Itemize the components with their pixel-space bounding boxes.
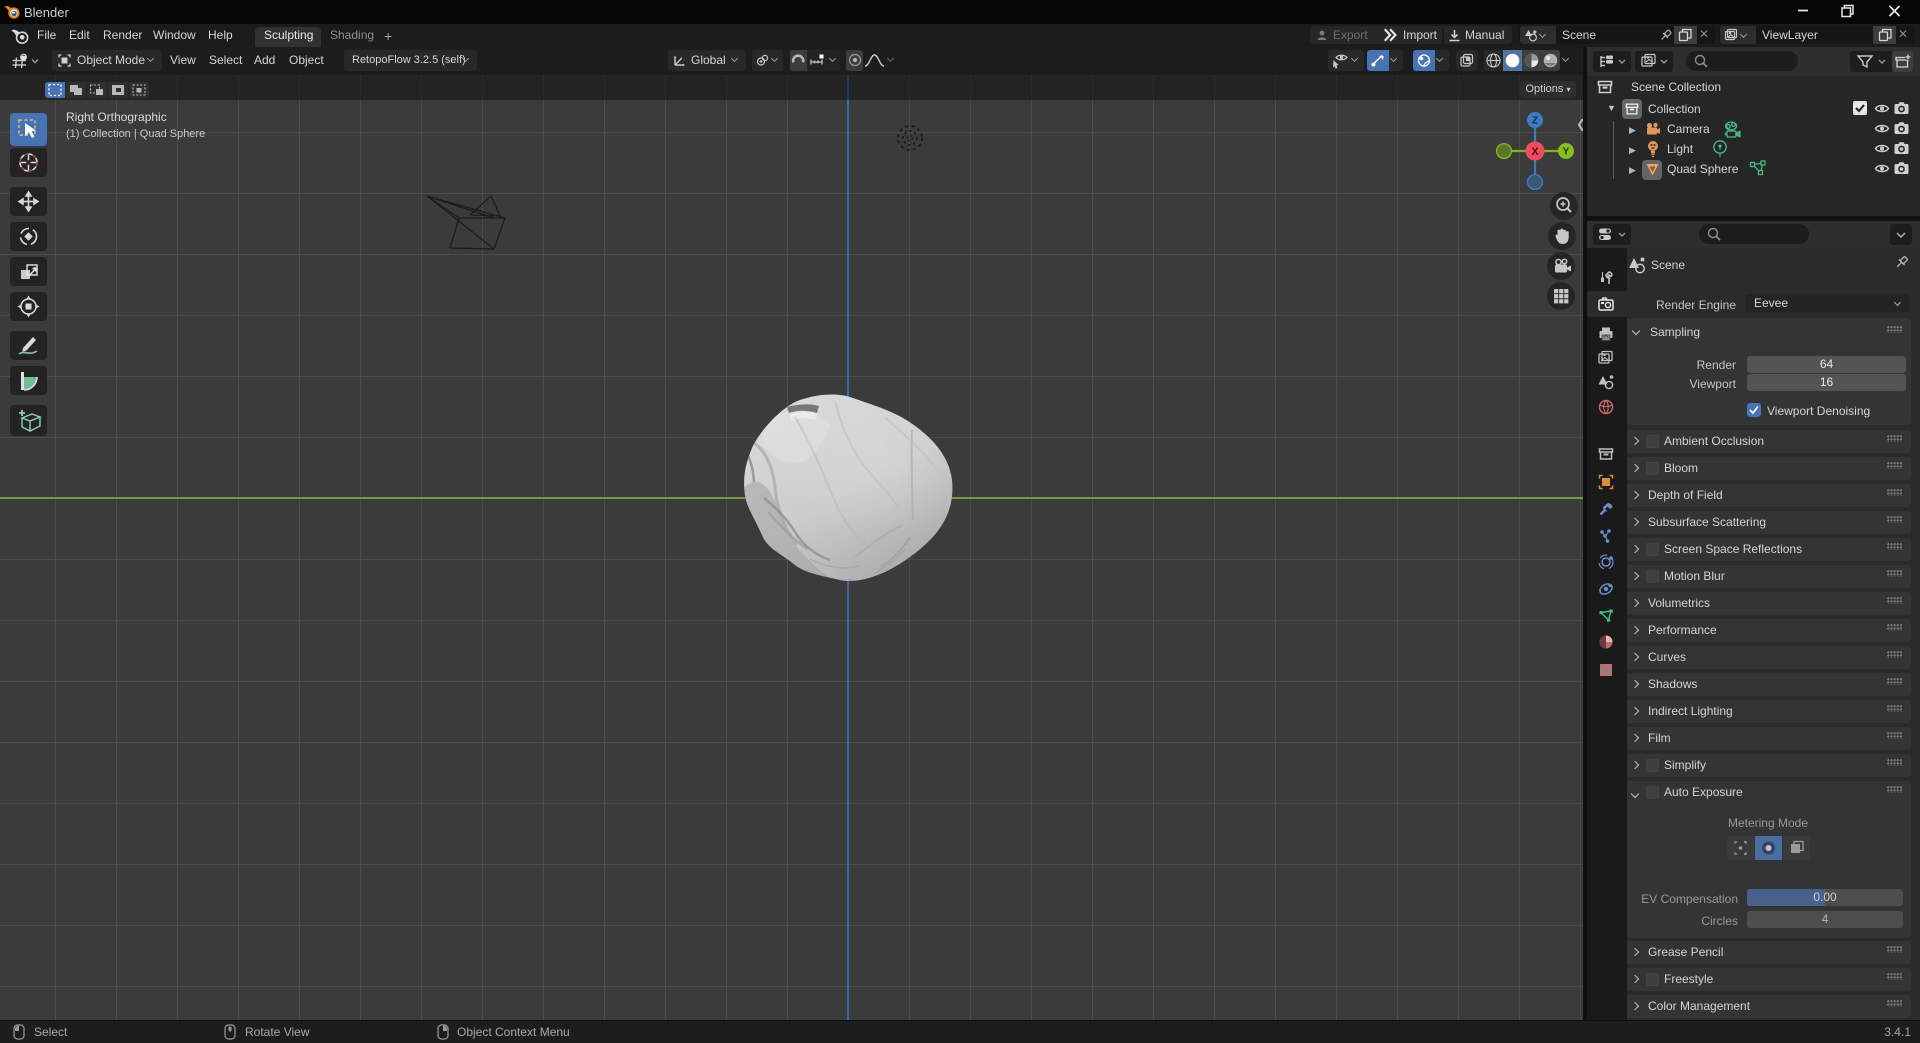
svg-text:Y: Y <box>1563 147 1570 158</box>
svg-text:X: X <box>1531 146 1539 158</box>
svg-text:Z: Z <box>1532 116 1538 127</box>
